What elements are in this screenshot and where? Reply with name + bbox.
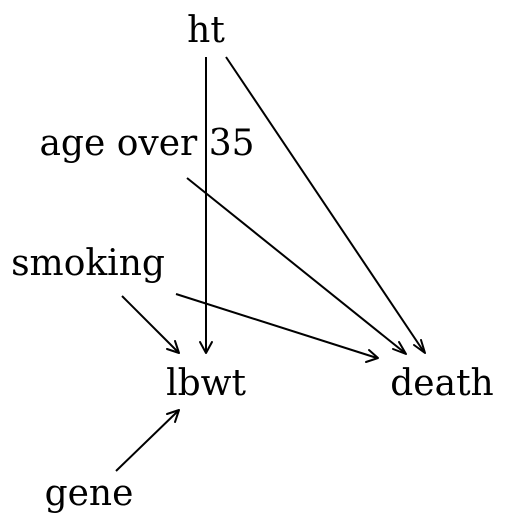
node-gene: gene (45, 473, 134, 514)
node-ht: ht (187, 10, 225, 51)
edge-ht-lbwt (199, 57, 213, 354)
edge-gene-lbwt (115, 409, 180, 472)
edge-ht-death (225, 56, 426, 354)
edge-smoking-lbwt (121, 295, 180, 354)
node-age-over-35: age over 35 (39, 123, 254, 164)
node-death: death (390, 363, 493, 404)
node-smoking: smoking (11, 243, 165, 284)
causal-diagram: ht age over 35 smoking lbwt death gene (11, 10, 494, 514)
node-lbwt: lbwt (166, 363, 246, 404)
edge-age-over-35-death (186, 177, 407, 355)
